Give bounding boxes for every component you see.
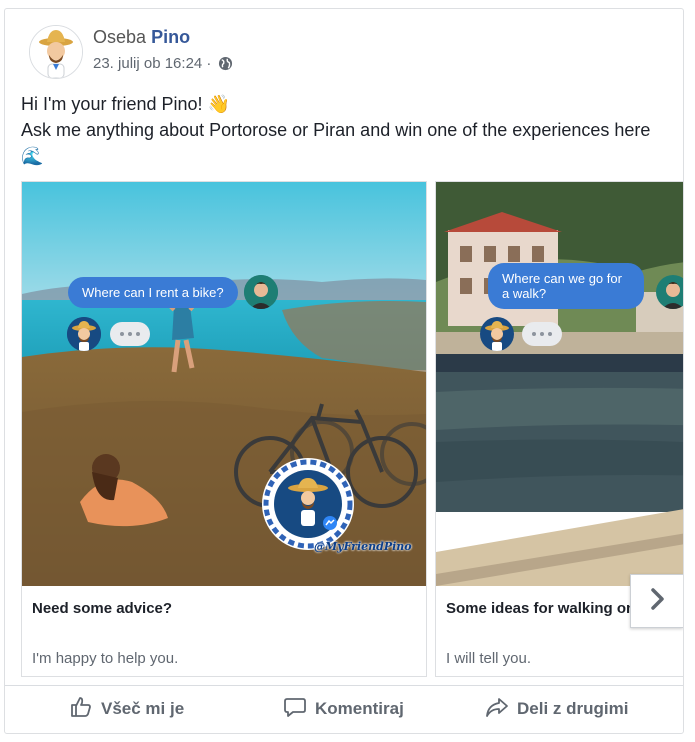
card-description: I'm happy to help you. — [32, 650, 179, 667]
comment-icon — [283, 695, 307, 724]
share-label: Deli z drugimi — [517, 699, 629, 718]
typing-indicator — [522, 322, 562, 346]
post-text: Hi I'm your friend Pino! 👋 Ask me anythi… — [21, 91, 671, 169]
card-image[interactable]: Where can I rent a bike? @MyFriendPino — [22, 182, 426, 586]
brand-signature: @MyFriendPino — [314, 540, 412, 553]
author-last-name[interactable]: Pino — [151, 27, 190, 47]
thumbs-up-icon — [69, 695, 93, 724]
user-avatar — [656, 275, 683, 309]
user-avatar — [244, 275, 278, 309]
post-text-line: Hi I'm your friend Pino! 👋 — [21, 94, 230, 114]
carousel-card[interactable]: Where can I rent a bike? @MyFriendPino N… — [21, 181, 427, 677]
chevron-right-icon — [648, 587, 666, 616]
card-image[interactable]: Where can we go for a walk? — [436, 182, 683, 586]
post-actions-bar: Všeč mi je Komentiraj Deli z drugimi — [5, 685, 683, 730]
author-first-name: Oseba — [93, 27, 147, 47]
comment-label: Komentiraj — [315, 699, 404, 718]
typing-indicator — [110, 322, 150, 346]
comment-button[interactable]: Komentiraj — [283, 692, 404, 726]
bot-avatar — [67, 317, 101, 351]
feed-post: Oseba Pino 23. julij ob 16:24 · Hi I'm y… — [4, 8, 684, 734]
post-timestamp[interactable]: 23. julij ob 16:24 · — [93, 55, 211, 72]
card-title[interactable]: Need some advice? — [32, 600, 172, 617]
author-avatar[interactable] — [29, 25, 83, 79]
like-button[interactable]: Všeč mi je — [69, 692, 184, 726]
share-button[interactable]: Deli z drugimi — [485, 692, 628, 726]
globe-icon[interactable] — [218, 56, 233, 75]
card-description: I will tell you. — [446, 650, 532, 667]
post-meta: 23. julij ob 16:24 · — [93, 55, 233, 75]
author-name[interactable]: Oseba Pino — [93, 27, 190, 48]
chat-bubble: Where can we go for a walk? — [488, 263, 644, 309]
like-label: Všeč mi je — [101, 699, 185, 718]
share-icon — [485, 695, 509, 724]
chat-bubble: Where can I rent a bike? — [68, 277, 238, 308]
bot-avatar — [480, 317, 514, 351]
carousel-next-button[interactable] — [630, 574, 683, 628]
post-text-line: Ask me anything about Portorose or Piran… — [21, 120, 651, 166]
carousel: Where can I rent a bike? @MyFriendPino N… — [21, 181, 683, 677]
